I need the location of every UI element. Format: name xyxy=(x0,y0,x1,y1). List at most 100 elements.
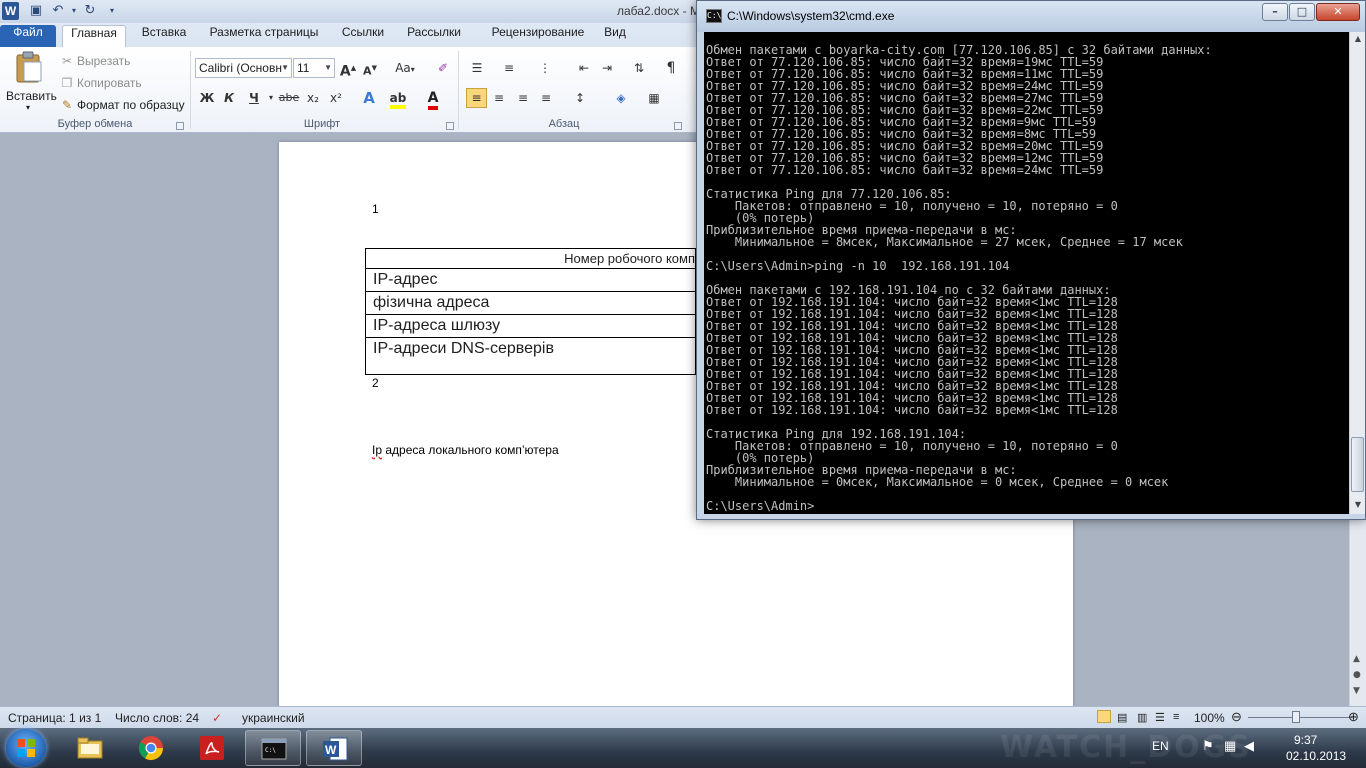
scroll-thumb[interactable] xyxy=(1351,437,1364,492)
numbering-icon[interactable]: ≡ xyxy=(500,59,518,77)
input-language[interactable]: EN xyxy=(1152,739,1169,753)
grow-font-icon[interactable]: A▲ xyxy=(339,59,357,80)
table-row[interactable]: IP-адреса шлюзу xyxy=(365,314,696,338)
paste-button[interactable]: Вставить ▾ xyxy=(4,51,57,113)
start-button[interactable] xyxy=(6,729,46,767)
svg-text:W: W xyxy=(325,743,337,757)
cut-button[interactable]: Вырезать xyxy=(77,54,130,68)
shading-icon[interactable]: ◈ xyxy=(612,89,630,107)
borders-icon[interactable]: ▦ xyxy=(645,89,663,107)
redo-icon[interactable]: ↻ xyxy=(82,3,98,19)
tab-mailings[interactable]: Рассылки xyxy=(400,25,468,47)
undo-dropdown-icon[interactable]: ▾ xyxy=(66,3,82,19)
justify-icon[interactable]: ≡ xyxy=(537,89,555,107)
table-row[interactable]: фізична адреса xyxy=(365,291,696,315)
language[interactable]: украинский xyxy=(242,711,305,725)
minimize-button[interactable]: – xyxy=(1262,3,1288,21)
scroll-up-icon[interactable]: ▲ xyxy=(1352,34,1364,46)
decrease-indent-icon[interactable]: ⇤ xyxy=(575,59,593,77)
increase-indent-icon[interactable]: ⇥ xyxy=(598,59,616,77)
paragraph-number-2: 2 xyxy=(372,376,379,390)
paragraph-dialog-launcher[interactable] xyxy=(674,122,682,130)
page-count[interactable]: Страница: 1 из 1 xyxy=(8,711,101,725)
copy-button[interactable]: Копировать xyxy=(77,76,142,90)
tab-home[interactable]: Главная xyxy=(62,25,126,47)
table-row[interactable]: IP-адрес xyxy=(365,268,696,292)
maximize-button[interactable]: □ xyxy=(1289,3,1315,21)
cmd-app-icon[interactable]: C:\ xyxy=(706,9,722,23)
taskbar-chrome[interactable] xyxy=(123,730,179,766)
print-layout-view-icon[interactable] xyxy=(1097,710,1111,723)
web-layout-icon[interactable]: ▥ xyxy=(1137,711,1147,724)
strikethrough-button[interactable]: abe xyxy=(278,89,300,107)
cmd-vertical-scrollbar[interactable]: ▲ ▼ xyxy=(1349,32,1365,514)
tab-review[interactable]: Рецензирование xyxy=(476,25,600,47)
tab-page-layout[interactable]: Разметка страницы xyxy=(202,25,326,47)
taskbar-acrobat[interactable] xyxy=(184,730,240,766)
undo-icon[interactable]: ↶ xyxy=(50,3,66,19)
browse-object-icon[interactable]: ● xyxy=(1353,670,1361,680)
table-row[interactable]: IP-адреси DNS-серверів xyxy=(365,337,696,375)
zoom-in-icon[interactable]: ⊕ xyxy=(1348,709,1359,725)
quick-access-customize-icon[interactable]: ▾ xyxy=(104,3,120,19)
fullscreen-reading-icon[interactable]: ▤ xyxy=(1117,711,1127,724)
zoom-slider[interactable] xyxy=(1248,717,1352,718)
document-table[interactable]: Номер робочого комп IP-адрес фізична адр… xyxy=(365,248,696,375)
highlight-color-icon[interactable]: ab xyxy=(389,89,407,109)
bold-button[interactable]: Ж xyxy=(198,89,216,107)
font-color-icon[interactable]: A xyxy=(424,89,442,110)
font-dialog-launcher[interactable] xyxy=(446,122,454,130)
show-formatting-button[interactable]: ¶ xyxy=(662,59,680,77)
align-center-icon[interactable]: ≡ xyxy=(490,89,508,107)
previous-page-icon[interactable]: ▲ xyxy=(1353,654,1360,664)
tab-references[interactable]: Ссылки xyxy=(332,25,394,47)
volume-icon[interactable]: ◀ xyxy=(1244,738,1254,754)
tab-file[interactable]: Файл xyxy=(0,25,56,47)
console-line: Минимальное = 8мсек, Максимальное = 27 м… xyxy=(706,235,1183,249)
underline-button[interactable]: Ч xyxy=(245,89,263,107)
multilevel-list-icon[interactable]: ⋮ xyxy=(536,59,554,77)
word-app-icon[interactable]: W xyxy=(2,2,19,20)
zoom-level[interactable]: 100% xyxy=(1194,711,1225,725)
taskbar-word[interactable]: W xyxy=(306,730,362,766)
tab-insert[interactable]: Вставка xyxy=(132,25,196,47)
align-left-icon[interactable]: ≡ xyxy=(466,88,487,108)
shrink-font-icon[interactable]: A▼ xyxy=(361,59,379,78)
zoom-slider-thumb[interactable] xyxy=(1292,711,1300,723)
outline-view-icon[interactable]: ☰ xyxy=(1155,711,1165,724)
cmd-titlebar[interactable]: C:\ C:\Windows\system32\cmd.exe – □ ✕ xyxy=(697,1,1365,32)
proofing-icon[interactable]: ✓ xyxy=(212,711,222,725)
save-icon[interactable]: ▣ xyxy=(28,3,44,19)
clock-date[interactable]: 02.10.2013 xyxy=(1286,749,1346,763)
next-page-icon[interactable]: ▼ xyxy=(1353,686,1360,696)
clock-time[interactable]: 9:37 xyxy=(1294,733,1317,747)
superscript-button[interactable]: x² xyxy=(327,89,345,107)
format-painter-button[interactable]: Формат по образцу xyxy=(77,98,185,112)
subscript-button[interactable]: x₂ xyxy=(304,89,322,107)
clear-formatting-icon[interactable]: ✐ xyxy=(434,59,452,77)
zoom-out-icon[interactable]: ⊖ xyxy=(1231,709,1242,725)
align-right-icon[interactable]: ≡ xyxy=(514,89,532,107)
tab-view[interactable]: Вид xyxy=(600,25,630,47)
text-effects-icon[interactable]: A xyxy=(360,89,378,107)
taskbar-explorer[interactable] xyxy=(62,730,118,766)
group-paragraph-label: Абзац xyxy=(548,118,580,130)
cmd-window[interactable]: C:\ C:\Windows\system32\cmd.exe – □ ✕ Об… xyxy=(696,0,1366,520)
word-count[interactable]: Число слов: 24 xyxy=(115,711,199,725)
sort-icon[interactable]: ⇅ xyxy=(630,59,648,77)
bullets-icon[interactable]: ☰ xyxy=(468,59,486,77)
scroll-down-icon[interactable]: ▼ xyxy=(1352,500,1364,512)
console-output[interactable]: Обмен пакетами с boyarka-city.com [77.12… xyxy=(704,32,1349,514)
taskbar-cmd[interactable]: C:\ xyxy=(245,730,301,766)
italic-button[interactable]: К xyxy=(220,89,238,107)
font-size-combo[interactable]: 11 ▼ xyxy=(293,58,335,78)
close-button[interactable]: ✕ xyxy=(1316,3,1360,21)
font-name-combo[interactable]: Calibri (Основн ▼ xyxy=(195,58,292,78)
table-header[interactable]: Номер робочого комп xyxy=(365,248,696,269)
line-spacing-icon[interactable]: ↕ xyxy=(571,89,589,107)
flag-icon[interactable]: ⚑ xyxy=(1202,738,1214,754)
change-case-button[interactable]: Aa▾ xyxy=(393,59,417,77)
clipboard-dialog-launcher[interactable] xyxy=(176,122,184,130)
network-icon[interactable]: ▦ xyxy=(1224,738,1236,754)
draft-view-icon[interactable]: ≡ xyxy=(1173,711,1179,723)
